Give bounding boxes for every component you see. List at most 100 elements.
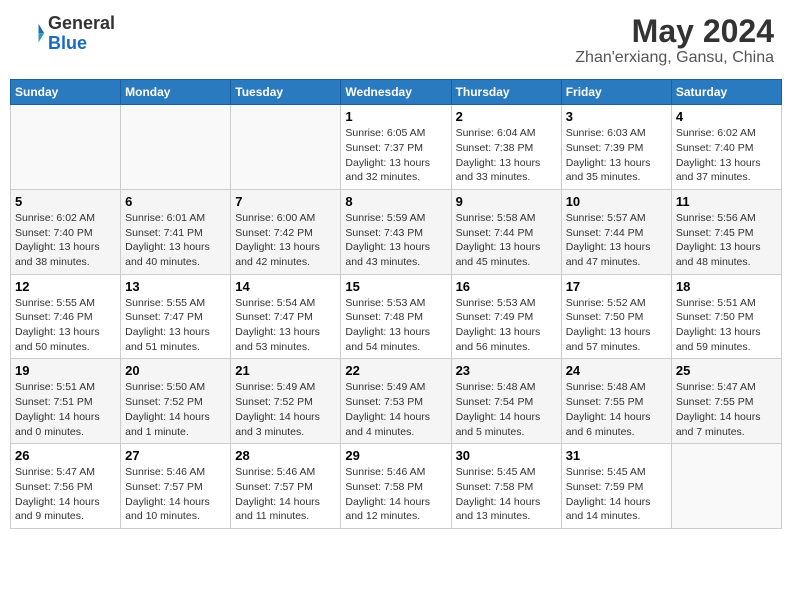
- calendar-cell: 28 Sunrise: 5:46 AMSunset: 7:57 PMDayligh…: [231, 444, 341, 529]
- day-info: Sunrise: 5:45 AMSunset: 7:59 PMDaylight:…: [566, 465, 667, 524]
- calendar-table: SundayMondayTuesdayWednesdayThursdayFrid…: [10, 79, 782, 529]
- day-number: 5: [15, 194, 116, 209]
- day-number: 15: [345, 279, 446, 294]
- calendar-header-row: SundayMondayTuesdayWednesdayThursdayFrid…: [11, 80, 782, 105]
- calendar-cell: 20 Sunrise: 5:50 AMSunset: 7:52 PMDayligh…: [121, 359, 231, 444]
- day-info: Sunrise: 5:55 AMSunset: 7:47 PMDaylight:…: [125, 296, 226, 355]
- day-info: Sunrise: 5:59 AMSunset: 7:43 PMDaylight:…: [345, 211, 446, 270]
- logo-icon: [18, 20, 46, 48]
- day-number: 31: [566, 448, 667, 463]
- calendar-cell: 12 Sunrise: 5:55 AMSunset: 7:46 PMDayligh…: [11, 274, 121, 359]
- day-number: 6: [125, 194, 226, 209]
- calendar-cell: 1 Sunrise: 6:05 AMSunset: 7:37 PMDaylight…: [341, 105, 451, 190]
- day-number: 21: [235, 363, 336, 378]
- day-info: Sunrise: 5:46 AMSunset: 7:58 PMDaylight:…: [345, 465, 446, 524]
- day-number: 28: [235, 448, 336, 463]
- calendar-cell: [121, 105, 231, 190]
- calendar-cell: 14 Sunrise: 5:54 AMSunset: 7:47 PMDayligh…: [231, 274, 341, 359]
- calendar-cell: 22Sunrise: 5:49 AMSunset: 7:53 PMDayligh…: [341, 359, 451, 444]
- day-number: 8: [345, 194, 446, 209]
- day-info: Sunrise: 5:46 AMSunset: 7:57 PMDaylight:…: [235, 465, 336, 524]
- calendar-week-row: 26Sunrise: 5:47 AMSunset: 7:56 PMDayligh…: [11, 444, 782, 529]
- day-info: Sunrise: 6:05 AMSunset: 7:37 PMDaylight:…: [345, 126, 446, 185]
- day-info: Sunrise: 5:55 AMSunset: 7:46 PMDaylight:…: [15, 296, 116, 355]
- day-info: Sunrise: 5:50 AMSunset: 7:52 PMDaylight:…: [125, 380, 226, 439]
- day-info: Sunrise: 5:53 AMSunset: 7:48 PMDaylight:…: [345, 296, 446, 355]
- calendar-cell: 24Sunrise: 5:48 AMSunset: 7:55 PMDayligh…: [561, 359, 671, 444]
- calendar-cell: 11 Sunrise: 5:56 AMSunset: 7:45 PMDayligh…: [671, 189, 781, 274]
- calendar-cell: [11, 105, 121, 190]
- calendar-cell: 7 Sunrise: 6:00 AMSunset: 7:42 PMDaylight…: [231, 189, 341, 274]
- day-number: 1: [345, 109, 446, 124]
- day-number: 13: [125, 279, 226, 294]
- day-info: Sunrise: 5:45 AMSunset: 7:58 PMDaylight:…: [456, 465, 557, 524]
- day-info: Sunrise: 5:47 AMSunset: 7:55 PMDaylight:…: [676, 380, 777, 439]
- calendar-cell: 23 Sunrise: 5:48 AMSunset: 7:54 PMDayligh…: [451, 359, 561, 444]
- day-info: Sunrise: 5:48 AMSunset: 7:55 PMDaylight:…: [566, 380, 667, 439]
- calendar-cell: 2Sunrise: 6:04 AMSunset: 7:38 PMDaylight…: [451, 105, 561, 190]
- weekday-header: Saturday: [671, 80, 781, 105]
- day-info: Sunrise: 5:48 AMSunset: 7:54 PMDaylight:…: [456, 380, 557, 439]
- weekday-header: Tuesday: [231, 80, 341, 105]
- day-number: 4: [676, 109, 777, 124]
- day-info: Sunrise: 5:53 AMSunset: 7:49 PMDaylight:…: [456, 296, 557, 355]
- day-info: Sunrise: 5:49 AMSunset: 7:52 PMDaylight:…: [235, 380, 336, 439]
- day-info: Sunrise: 6:02 AMSunset: 7:40 PMDaylight:…: [676, 126, 777, 185]
- day-info: Sunrise: 5:54 AMSunset: 7:47 PMDaylight:…: [235, 296, 336, 355]
- calendar-cell: 8 Sunrise: 5:59 AMSunset: 7:43 PMDaylight…: [341, 189, 451, 274]
- logo-blue-text: Blue: [48, 33, 87, 53]
- day-number: 16: [456, 279, 557, 294]
- day-info: Sunrise: 5:52 AMSunset: 7:50 PMDaylight:…: [566, 296, 667, 355]
- calendar-week-row: 19 Sunrise: 5:51 AMSunset: 7:51 PMDayligh…: [11, 359, 782, 444]
- calendar-cell: [671, 444, 781, 529]
- calendar-week-row: 5 Sunrise: 6:02 AMSunset: 7:40 PMDaylight…: [11, 189, 782, 274]
- weekday-header: Monday: [121, 80, 231, 105]
- location-title: Zhan'erxiang, Gansu, China: [575, 49, 774, 67]
- calendar-week-row: 1 Sunrise: 6:05 AMSunset: 7:37 PMDaylight…: [11, 105, 782, 190]
- title-section: May 2024 Zhan'erxiang, Gansu, China: [575, 14, 774, 67]
- day-info: Sunrise: 6:04 AMSunset: 7:38 PMDaylight:…: [456, 126, 557, 185]
- calendar-cell: 3 Sunrise: 6:03 AMSunset: 7:39 PMDaylight…: [561, 105, 671, 190]
- day-number: 14: [235, 279, 336, 294]
- calendar-cell: 30Sunrise: 5:45 AMSunset: 7:58 PMDayligh…: [451, 444, 561, 529]
- day-number: 27: [125, 448, 226, 463]
- day-number: 19: [15, 363, 116, 378]
- day-info: Sunrise: 6:00 AMSunset: 7:42 PMDaylight:…: [235, 211, 336, 270]
- day-number: 22: [345, 363, 446, 378]
- day-info: Sunrise: 5:51 AMSunset: 7:51 PMDaylight:…: [15, 380, 116, 439]
- calendar-cell: 6 Sunrise: 6:01 AMSunset: 7:41 PMDaylight…: [121, 189, 231, 274]
- day-info: Sunrise: 5:57 AMSunset: 7:44 PMDaylight:…: [566, 211, 667, 270]
- calendar-cell: 18 Sunrise: 5:51 AMSunset: 7:50 PMDayligh…: [671, 274, 781, 359]
- logo: General Blue: [18, 14, 115, 54]
- day-number: 12: [15, 279, 116, 294]
- day-number: 29: [345, 448, 446, 463]
- day-info: Sunrise: 5:58 AMSunset: 7:44 PMDaylight:…: [456, 211, 557, 270]
- day-number: 17: [566, 279, 667, 294]
- day-number: 3: [566, 109, 667, 124]
- calendar-week-row: 12 Sunrise: 5:55 AMSunset: 7:46 PMDayligh…: [11, 274, 782, 359]
- day-number: 25: [676, 363, 777, 378]
- day-info: Sunrise: 6:02 AMSunset: 7:40 PMDaylight:…: [15, 211, 116, 270]
- calendar-cell: 9 Sunrise: 5:58 AMSunset: 7:44 PMDaylight…: [451, 189, 561, 274]
- day-info: Sunrise: 6:03 AMSunset: 7:39 PMDaylight:…: [566, 126, 667, 185]
- day-number: 18: [676, 279, 777, 294]
- calendar-cell: 21 Sunrise: 5:49 AMSunset: 7:52 PMDayligh…: [231, 359, 341, 444]
- day-info: Sunrise: 5:47 AMSunset: 7:56 PMDaylight:…: [15, 465, 116, 524]
- calendar-cell: 17 Sunrise: 5:52 AMSunset: 7:50 PMDayligh…: [561, 274, 671, 359]
- day-info: Sunrise: 5:56 AMSunset: 7:45 PMDaylight:…: [676, 211, 777, 270]
- day-number: 20: [125, 363, 226, 378]
- day-info: Sunrise: 5:46 AMSunset: 7:57 PMDaylight:…: [125, 465, 226, 524]
- day-number: 9: [456, 194, 557, 209]
- day-number: 11: [676, 194, 777, 209]
- weekday-header: Thursday: [451, 80, 561, 105]
- day-info: Sunrise: 6:01 AMSunset: 7:41 PMDaylight:…: [125, 211, 226, 270]
- weekday-header: Sunday: [11, 80, 121, 105]
- calendar-cell: 19 Sunrise: 5:51 AMSunset: 7:51 PMDayligh…: [11, 359, 121, 444]
- day-number: 7: [235, 194, 336, 209]
- calendar-cell: [231, 105, 341, 190]
- calendar-cell: 25 Sunrise: 5:47 AMSunset: 7:55 PMDayligh…: [671, 359, 781, 444]
- day-info: Sunrise: 5:51 AMSunset: 7:50 PMDaylight:…: [676, 296, 777, 355]
- weekday-header: Friday: [561, 80, 671, 105]
- calendar-cell: 16 Sunrise: 5:53 AMSunset: 7:49 PMDayligh…: [451, 274, 561, 359]
- day-number: 23: [456, 363, 557, 378]
